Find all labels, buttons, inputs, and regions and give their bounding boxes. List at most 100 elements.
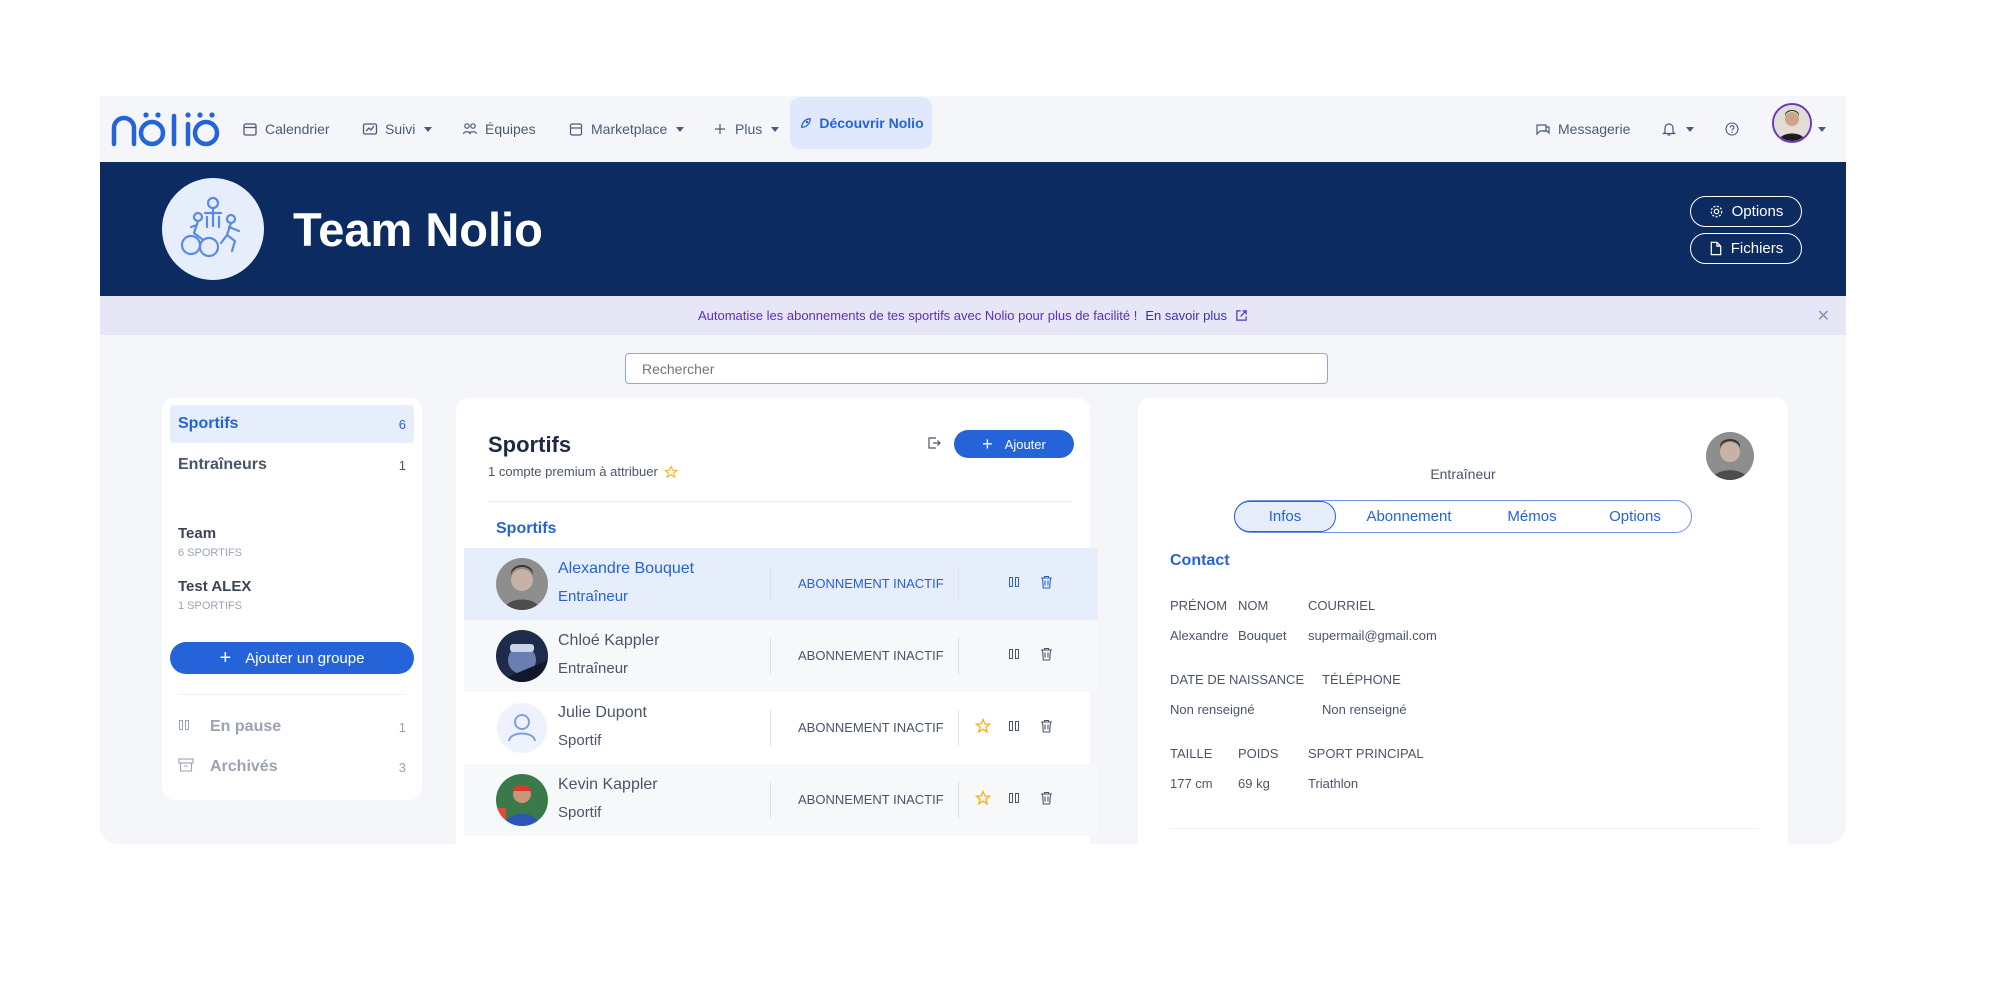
star-icon[interactable] [974, 717, 992, 739]
divider [958, 638, 959, 674]
athlete-row[interactable]: Alexandre Bouquet Entraîneur ABONNEMENT … [464, 548, 1098, 620]
subscription-status: ABONNEMENT INACTIF [798, 792, 944, 807]
close-icon[interactable]: ✕ [1817, 306, 1830, 326]
tab-options[interactable]: Options [1582, 501, 1688, 532]
avatar [496, 630, 548, 682]
add-athlete-button[interactable]: + Ajouter [954, 430, 1074, 458]
value-lastname: Bouquet [1238, 628, 1287, 643]
user-menu-toggle[interactable] [1816, 96, 1826, 162]
value-firstname: Alexandre [1170, 628, 1229, 643]
athlete-row[interactable]: Kevin Kappler Sportif ABONNEMENT INACTIF [464, 764, 1098, 836]
section-title: Sportifs [496, 520, 557, 537]
calendar-icon [243, 123, 257, 136]
sidebar-item-entraineurs[interactable]: Entraîneurs 1 [170, 446, 414, 484]
avatar [496, 558, 548, 610]
search-input[interactable] [625, 353, 1328, 384]
chevron-down-icon [424, 126, 433, 132]
group-name[interactable]: Team [178, 525, 216, 542]
group-count: 6 SPORTIFS [178, 547, 242, 559]
promo-link[interactable]: En savoir plus [1145, 308, 1227, 323]
tab-memos[interactable]: Mémos [1482, 501, 1582, 532]
chevron-down-icon [1818, 126, 1826, 132]
pause-icon[interactable] [1008, 719, 1020, 737]
discover-nolio-label: Découvrir Nolio [819, 115, 924, 131]
athletes-panel: Sportifs 1 compte premium à attribuer + … [456, 398, 1098, 844]
divider [770, 638, 771, 674]
divider [770, 710, 771, 746]
nav-messagerie[interactable]: Messagerie [1535, 96, 1630, 162]
notifications-button[interactable] [1661, 96, 1694, 162]
nolio-logo[interactable] [110, 102, 220, 152]
user-avatar[interactable] [1772, 103, 1812, 143]
trash-icon[interactable] [1040, 575, 1053, 594]
nav-plus-label: Plus [735, 121, 763, 137]
sidebar-item-label: Sportifs [178, 415, 239, 432]
nav-calendrier[interactable]: Calendrier [242, 96, 330, 162]
divider [770, 566, 771, 602]
panel-title: Sportifs [488, 432, 572, 457]
sidebar-item-label: En pause [210, 718, 282, 735]
help-button[interactable] [1724, 96, 1740, 162]
athlete-role: Sportif [558, 804, 602, 821]
pause-icon[interactable] [1008, 575, 1020, 593]
team-title: Team Nolio [293, 203, 543, 256]
avatar [496, 702, 548, 754]
trash-icon[interactable] [1040, 719, 1053, 738]
label-height: TAILLE [1170, 746, 1213, 761]
group-name[interactable]: Test ALEX [178, 578, 251, 595]
detail-tabs: Infos Abonnement Mémos Options [1234, 500, 1692, 533]
nav-equipes-label: Équipes [485, 121, 536, 137]
external-link-icon[interactable] [1235, 309, 1248, 322]
athlete-name: Chloé Kappler [558, 632, 660, 649]
athlete-row[interactable]: Chloé Kappler Entraîneur ABONNEMENT INAC… [464, 620, 1098, 692]
label-firstname: PRÉNOM [1170, 598, 1228, 613]
chart-icon [362, 123, 378, 135]
star-icon [663, 464, 678, 478]
subscription-status: ABONNEMENT INACTIF [798, 720, 944, 735]
sidebar-item-paused[interactable]: En pause 1 [178, 712, 406, 742]
subscription-status: ABONNEMENT INACTIF [798, 576, 944, 591]
pause-icon[interactable] [1008, 791, 1020, 809]
sidebar-item-sportifs[interactable]: Sportifs 6 [170, 405, 414, 443]
add-group-button[interactable]: + Ajouter un groupe [170, 642, 414, 674]
star-icon[interactable] [974, 789, 992, 811]
sidebar-item-count: 1 [398, 457, 406, 473]
nav-plus[interactable]: Plus [712, 96, 780, 162]
nav-marketplace[interactable]: Marketplace [568, 96, 685, 162]
value-email: supermail@gmail.com [1308, 628, 1437, 643]
help-icon [1725, 122, 1739, 136]
tab-abonnement[interactable]: Abonnement [1336, 501, 1482, 532]
rocket-icon [801, 117, 812, 128]
bell-icon [1662, 123, 1676, 136]
export-icon[interactable] [926, 435, 942, 456]
divider [488, 501, 1072, 502]
team-options-button[interactable]: Options [1690, 196, 1802, 227]
value-sport: Triathlon [1308, 776, 1359, 791]
nav-equipes[interactable]: Équipes [462, 96, 536, 162]
add-athlete-label: Ajouter [1004, 436, 1046, 452]
sidebar-item-count: 1 [398, 719, 406, 735]
trash-icon[interactable] [1040, 647, 1053, 666]
plus-icon: + [982, 434, 993, 454]
divider [178, 694, 406, 695]
divider [1170, 828, 1758, 829]
promo-text: Automatise les abonnements de tes sporti… [697, 308, 1138, 323]
sidebar: Sportifs 6 Entraîneurs 1 Team 6 SPORTIFS… [162, 398, 422, 800]
tab-infos[interactable]: Infos [1234, 501, 1336, 532]
team-icon [462, 123, 478, 135]
avatar [496, 774, 548, 826]
team-sports-icon [180, 196, 241, 258]
sidebar-item-label: Archivés [210, 758, 278, 775]
divider [958, 782, 959, 818]
sidebar-item-archived[interactable]: Archivés 3 [178, 752, 406, 782]
team-files-button[interactable]: Fichiers [1690, 233, 1802, 264]
discover-nolio-button[interactable]: Découvrir Nolio [790, 97, 932, 149]
trash-icon[interactable] [1040, 791, 1053, 810]
app-window: Calendrier Suivi Équipes Marketplace Plu… [100, 96, 1846, 844]
chevron-down-icon [771, 126, 780, 132]
pause-icon[interactable] [1008, 647, 1020, 665]
sidebar-item-label: Entraîneurs [178, 456, 267, 473]
nav-suivi[interactable]: Suivi [362, 96, 433, 162]
athlete-row[interactable]: Julie Dupont Sportif ABONNEMENT INACTIF [464, 692, 1098, 764]
team-options-label: Options [1731, 203, 1784, 220]
